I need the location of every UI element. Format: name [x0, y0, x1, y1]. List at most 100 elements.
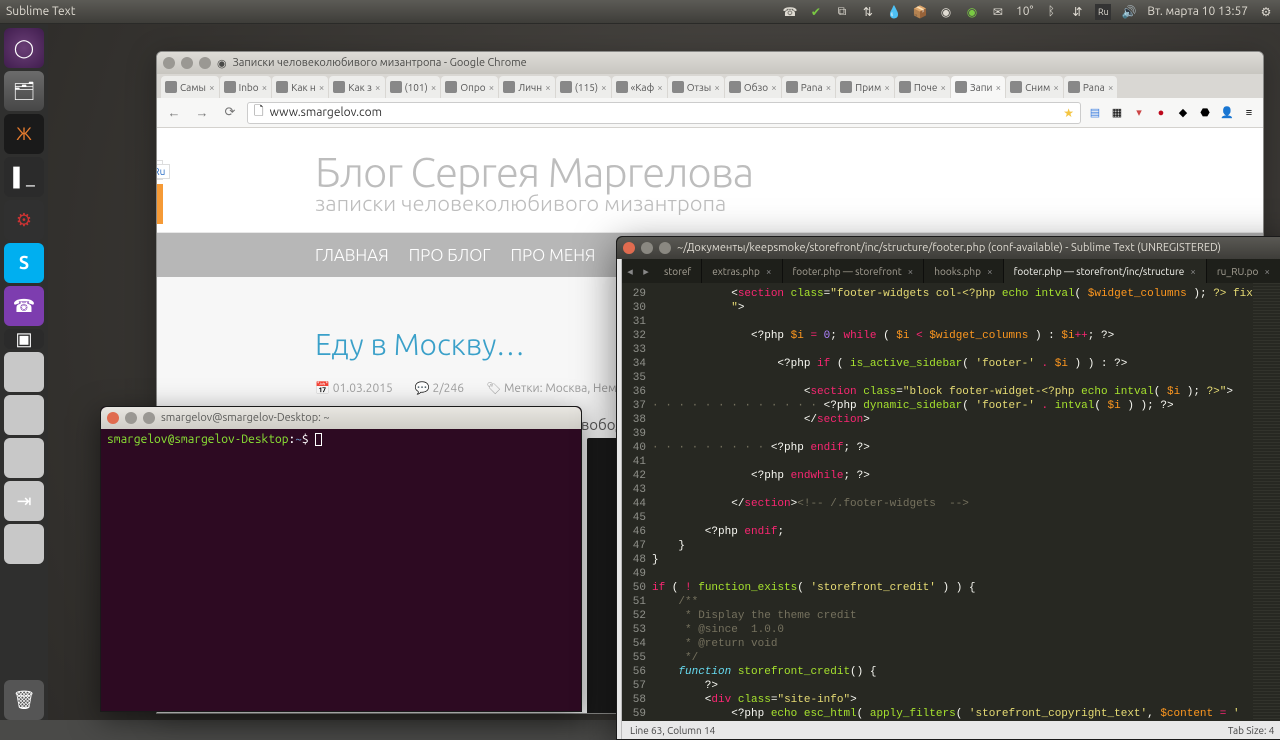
dash-icon[interactable]: ◯ — [4, 28, 44, 68]
tab-close-icon[interactable]: × — [431, 82, 437, 93]
editor-tab[interactable]: footer.php — storefront× — [783, 259, 925, 283]
disk3-icon[interactable] — [4, 438, 44, 478]
disk2-icon[interactable] — [4, 395, 44, 435]
updates-icon[interactable]: 📦 — [912, 4, 928, 20]
trash-icon[interactable]: 🗑 — [4, 680, 44, 720]
terminal-titlebar[interactable]: smargelov@smargelov-Desktop: ~ — [101, 407, 581, 429]
ext-translate-icon[interactable]: ▤ — [1087, 105, 1103, 121]
ext-user-icon[interactable]: 👤 — [1219, 105, 1235, 121]
water-icon[interactable]: 💧 — [886, 4, 902, 20]
browser-tab[interactable]: Как з× — [329, 76, 384, 98]
ext-evernote-icon[interactable]: ◆ — [1175, 105, 1191, 121]
bluetooth-icon[interactable]: ᛒ — [1043, 4, 1059, 20]
chrome-tray-icon[interactable]: ◉ — [938, 4, 954, 20]
browser-tab[interactable]: (115)× — [556, 76, 611, 98]
browser-tab[interactable]: Прим× — [836, 76, 894, 98]
ext-pinterest-icon[interactable]: ● — [1153, 105, 1169, 121]
minimap[interactable] — [1253, 283, 1280, 721]
tab-close-icon[interactable]: × — [908, 266, 914, 277]
tab-close-icon[interactable]: × — [884, 82, 890, 93]
ext-adblock-icon[interactable]: ⬣ — [1197, 105, 1213, 121]
session-gear-icon[interactable]: ⚙ — [1258, 4, 1274, 20]
viber-launcher-icon[interactable]: ☎ — [4, 286, 44, 326]
term-close-icon[interactable] — [107, 412, 119, 424]
network-icon[interactable]: ⇵ — [1069, 4, 1085, 20]
code-area[interactable]: 2930313233343536373839404142434445464748… — [622, 283, 1280, 721]
tab-close-icon[interactable]: × — [766, 266, 772, 277]
term-max-icon[interactable] — [143, 412, 155, 424]
editor-tab[interactable]: footer.php — storefront/inc/structure× — [1004, 259, 1207, 283]
browser-tab[interactable]: Самы× — [161, 76, 219, 98]
mailru-link[interactable]: Mail.Ru — [157, 164, 170, 179]
settings-launcher-icon[interactable]: ⚙ — [4, 200, 44, 240]
browser-tab[interactable]: (101)× — [386, 76, 441, 98]
subl-max-icon[interactable] — [659, 242, 671, 254]
tab-close-icon[interactable]: × — [319, 82, 325, 93]
back-button[interactable]: ← — [163, 102, 185, 124]
address-bar[interactable]: 🗋 www.smargelov.com ★ — [247, 102, 1081, 124]
ext-pocket-icon[interactable]: ▾ — [1131, 105, 1147, 121]
blog-nav-item[interactable]: ГЛАВНАЯ — [315, 246, 389, 265]
chrome-titlebar[interactable]: ◉ Записки человеколюбивого мизантропа - … — [157, 52, 1263, 74]
skype-tray-icon[interactable]: ◉ — [964, 4, 980, 20]
tab-close-icon[interactable]: × — [489, 82, 495, 93]
chrome-menu-icon[interactable]: ≡ — [1241, 105, 1257, 121]
tabs-left-icon[interactable]: ◂ — [622, 259, 638, 283]
sound-icon[interactable]: 🔊 — [1121, 4, 1137, 20]
ext-qr-icon[interactable]: ▦ — [1109, 105, 1125, 121]
terminal-body[interactable]: smargelov@smargelov-Desktop:~$ — [101, 429, 581, 450]
chrome-tab-strip[interactable]: Самы×Inbo×Как н×Как з×(101)×Опро×Личн×(1… — [157, 74, 1263, 98]
viber-tray-icon[interactable]: ☎ — [782, 4, 798, 20]
skype-launcher-icon[interactable]: S — [4, 243, 44, 283]
browser-tab[interactable]: Как н× — [272, 76, 328, 98]
chrome-max-icon[interactable] — [199, 57, 211, 69]
browser-tab[interactable]: Inbo× — [220, 76, 272, 98]
files-launcher-icon[interactable]: 🗂 — [4, 71, 44, 111]
sublime-tabs[interactable]: ◂▸ storefextras.php×footer.php — storefr… — [622, 259, 1280, 283]
tab-close-icon[interactable]: × — [545, 82, 551, 93]
status-ok-icon[interactable]: ✔ — [808, 4, 824, 20]
code-content[interactable]: <section class="footer-widgets col-<?php… — [652, 283, 1253, 721]
subl-close-icon[interactable] — [623, 242, 635, 254]
sidebar-promo[interactable] — [157, 184, 163, 224]
editor-tab[interactable]: ru_RU.po× — [1207, 259, 1280, 283]
browser-tab[interactable]: Pana× — [1064, 76, 1118, 98]
status-tabsize[interactable]: Tab Size: 4 — [1228, 725, 1275, 736]
tab-close-icon[interactable]: × — [1190, 266, 1196, 277]
xampp-launcher-icon[interactable]: Ж — [4, 114, 44, 154]
tab-close-icon[interactable]: × — [375, 82, 381, 93]
terminal-launcher-icon[interactable]: ▌_ — [4, 157, 44, 197]
dropbox-icon[interactable]: ⧉ — [834, 4, 850, 20]
forward-button[interactable]: → — [191, 102, 213, 124]
star-icon[interactable]: ★ — [1063, 106, 1074, 120]
workspace-switcher-icon[interactable]: ▣ — [4, 329, 44, 349]
status-bar[interactable]: Line 63, Column 14 Tab Size: 4 PHP — [622, 721, 1280, 739]
browser-tab[interactable]: Личн× — [499, 76, 555, 98]
disk1-icon[interactable] — [4, 352, 44, 392]
tab-close-icon[interactable]: × — [1108, 82, 1114, 93]
tab-close-icon[interactable]: × — [1264, 266, 1270, 277]
chrome-close-icon[interactable] — [163, 57, 175, 69]
usb-disk-icon[interactable]: ⇥ — [4, 481, 44, 521]
term-min-icon[interactable] — [125, 412, 137, 424]
lang-indicator[interactable]: Ru — [1095, 4, 1111, 20]
editor-tab[interactable]: extras.php× — [702, 259, 782, 283]
reload-button[interactable]: ⟳ — [219, 102, 241, 124]
disk4-icon[interactable] — [4, 524, 44, 564]
browser-tab[interactable]: Обзо× — [725, 76, 781, 98]
browser-tab[interactable]: Опро× — [441, 76, 498, 98]
browser-tab[interactable]: Поче× — [895, 76, 950, 98]
tab-close-icon[interactable]: × — [995, 82, 1001, 93]
editor-tab[interactable]: storef — [654, 259, 702, 283]
tab-close-icon[interactable]: × — [987, 266, 993, 277]
tab-close-icon[interactable]: × — [262, 82, 268, 93]
tab-close-icon[interactable]: × — [657, 82, 663, 93]
browser-tab[interactable]: Отзы× — [668, 76, 724, 98]
browser-tab[interactable]: Pana× — [782, 76, 836, 98]
tab-close-icon[interactable]: × — [1053, 82, 1059, 93]
tab-close-icon[interactable]: × — [601, 82, 607, 93]
clock[interactable]: Вт. марта 10 13:57 — [1147, 5, 1248, 18]
browser-tab[interactable]: Сним× — [1006, 76, 1063, 98]
subl-min-icon[interactable] — [641, 242, 653, 254]
mail-icon[interactable]: ✉ — [990, 4, 1006, 20]
